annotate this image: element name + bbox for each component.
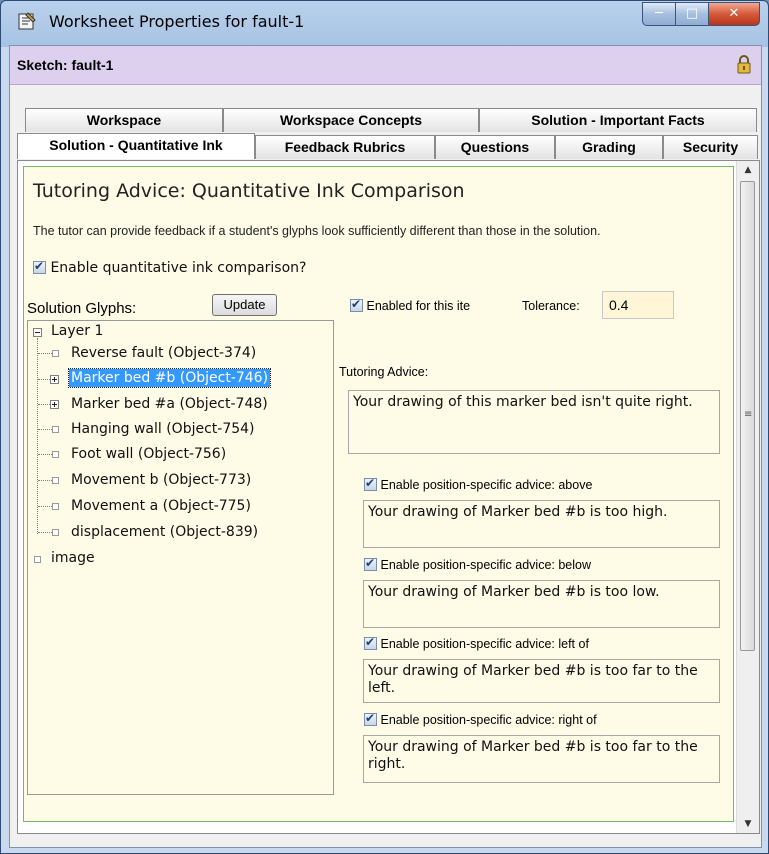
scroll-thumb[interactable]: ≡ — [740, 181, 755, 651]
position-above-label: Enable position-specific advice: above — [380, 478, 593, 492]
lock-icon[interactable] — [737, 54, 751, 74]
sketch-label: Sketch: fault-1 — [17, 57, 114, 73]
tree-item[interactable]: displacement (Object-839) — [71, 524, 258, 540]
tree-connector — [37, 338, 38, 534]
position-right-checkbox[interactable] — [364, 711, 377, 726]
leaf-icon — [52, 426, 59, 433]
position-right-row[interactable]: Enable position-specific advice: right o… — [364, 711, 597, 727]
expand-icon[interactable] — [50, 400, 59, 409]
window-client: Sketch: fault-1 Workspace Workspace Conc… — [9, 45, 762, 848]
position-above-checkbox[interactable] — [364, 476, 377, 491]
position-above-row[interactable]: Enable position-specific advice: above — [364, 476, 593, 492]
position-below-checkbox[interactable] — [364, 556, 377, 571]
close-icon: ✕ — [728, 6, 740, 21]
tree-connector — [38, 506, 52, 507]
tab-solution-important-facts[interactable]: Solution - Important Facts — [479, 108, 757, 132]
leaf-icon — [34, 556, 41, 563]
tree-item[interactable]: Movement b (Object-773) — [71, 472, 251, 488]
tree-item-selected[interactable]: Marker bed #b (Object-746) — [67, 368, 272, 388]
tree-item[interactable]: Hanging wall (Object-754) — [71, 421, 255, 437]
tolerance-input[interactable]: 0.4 — [602, 291, 674, 319]
leaf-icon — [52, 503, 59, 510]
close-button[interactable]: ✕ — [708, 2, 760, 26]
enable-comparison-row[interactable]: Enable quantitative ink comparison? — [33, 259, 307, 276]
enabled-item-label: Enabled for this ite — [366, 299, 471, 313]
tree-connector — [38, 404, 50, 405]
tab-workspace[interactable]: Workspace — [25, 108, 223, 132]
collapse-icon[interactable] — [33, 328, 42, 337]
worksheet-icon — [18, 12, 36, 30]
tree-item[interactable]: Reverse fault (Object-374) — [71, 345, 256, 361]
leaf-icon — [52, 451, 59, 458]
scroll-down-icon[interactable]: ▼ — [737, 815, 759, 833]
position-left-textbox[interactable]: Your drawing of Marker bed #b is too far… — [363, 659, 720, 703]
sketch-bar: Sketch: fault-1 — [10, 46, 761, 85]
expand-icon[interactable] — [50, 375, 59, 384]
tolerance-label: Tolerance: — [522, 299, 580, 313]
section-description: The tutor can provide feedback if a stud… — [33, 224, 601, 238]
grip-icon: ≡ — [744, 409, 753, 420]
vertical-scrollbar[interactable]: ▲ ≡ ▼ — [736, 161, 759, 833]
position-left-row[interactable]: Enable position-specific advice: left of — [364, 635, 589, 651]
position-left-checkbox[interactable] — [364, 635, 377, 650]
tree-connector — [38, 454, 52, 455]
solution-glyphs-label: Solution Glyphs: — [27, 300, 137, 317]
position-left-label: Enable position-specific advice: left of — [380, 637, 589, 651]
tab-feedback-rubrics[interactable]: Feedback Rubrics — [255, 135, 435, 159]
position-below-row[interactable]: Enable position-specific advice: below — [364, 556, 592, 572]
position-above-textbox[interactable]: Your drawing of Marker bed #b is too hig… — [363, 500, 720, 548]
leaf-icon — [52, 477, 59, 484]
tab-questions[interactable]: Questions — [435, 135, 555, 159]
position-right-textbox[interactable]: Your drawing of Marker bed #b is too far… — [363, 735, 720, 783]
minimize-icon: ─ — [655, 6, 663, 21]
tab-grading[interactable]: Grading — [555, 135, 663, 159]
tab-workspace-concepts[interactable]: Workspace Concepts — [223, 108, 479, 132]
tree-node-layer[interactable]: Layer 1 — [51, 323, 103, 339]
enable-comparison-label: Enable quantitative ink comparison? — [50, 260, 307, 276]
enabled-item-row[interactable]: Enabled for this ite — [350, 299, 495, 313]
tree-item[interactable]: Foot wall (Object-756) — [71, 446, 226, 462]
update-button[interactable]: Update — [212, 294, 277, 316]
scroll-up-icon[interactable]: ▲ — [737, 161, 759, 179]
enable-comparison-checkbox[interactable] — [33, 259, 46, 274]
tab-solution-quantitative-ink[interactable]: Solution - Quantitative Ink — [17, 133, 255, 159]
quantitative-ink-content: Tutoring Advice: Quantitative Ink Compar… — [23, 166, 734, 822]
leaf-icon — [52, 529, 59, 536]
glyph-tree[interactable]: Layer 1 Reverse fault (Object-374) Marke… — [27, 320, 334, 795]
window-title: Worksheet Properties for fault-1 — [49, 12, 305, 31]
tree-node-image[interactable]: image — [51, 550, 95, 566]
leaf-icon — [52, 350, 59, 357]
tree-item[interactable]: Marker bed #a (Object-748) — [71, 396, 268, 412]
tab-panel: Tutoring Advice: Quantitative Ink Compar… — [17, 160, 760, 834]
minimize-button[interactable]: ─ — [642, 2, 676, 26]
tree-connector — [38, 480, 52, 481]
tree-connector — [38, 379, 50, 380]
position-below-textbox[interactable]: Your drawing of Marker bed #b is too low… — [363, 580, 720, 628]
title-bar[interactable]: Worksheet Properties for fault-1 ─ □ ✕ — [1, 1, 768, 45]
section-heading: Tutoring Advice: Quantitative Ink Compar… — [33, 180, 465, 202]
tree-connector — [38, 353, 52, 354]
maximize-button[interactable]: □ — [675, 2, 709, 26]
tree-connector — [38, 532, 52, 533]
properties-window: Worksheet Properties for fault-1 ─ □ ✕ S… — [0, 0, 769, 854]
position-below-label: Enable position-specific advice: below — [380, 558, 592, 572]
maximize-icon: □ — [685, 6, 699, 21]
tree-item[interactable]: Movement a (Object-775) — [71, 498, 251, 514]
position-right-label: Enable position-specific advice: right o… — [380, 713, 597, 727]
tutoring-advice-textbox[interactable]: Your drawing of this marker bed isn't qu… — [348, 390, 720, 454]
tab-security[interactable]: Security — [663, 135, 758, 159]
enabled-item-checkbox[interactable] — [350, 299, 363, 312]
tree-connector — [38, 429, 52, 430]
tutoring-advice-label: Tutoring Advice: — [339, 365, 429, 379]
